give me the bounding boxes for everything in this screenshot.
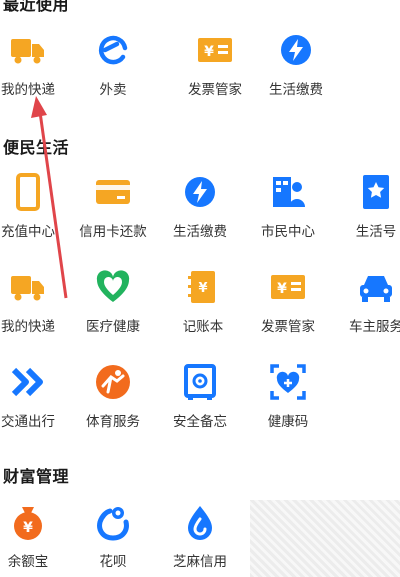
citizen-center-icon: [273, 177, 305, 207]
tile-invoice-recent[interactable]: ¥ 发票管家: [175, 30, 255, 98]
huabei-icon: [97, 507, 129, 541]
tile-label: 市民中心: [261, 224, 315, 240]
tile-transport[interactable]: 交通出行: [0, 362, 68, 430]
tile-car-service[interactable]: 车主服务: [336, 267, 400, 335]
tile-utility-life[interactable]: 生活缴费: [160, 172, 240, 240]
tile-my-delivery-recent[interactable]: 我的快递: [0, 30, 68, 98]
tile-label: 我的快递: [1, 319, 55, 335]
section-title-wealth: 财富管理: [3, 467, 70, 486]
tile-sports[interactable]: 体育服务: [73, 362, 153, 430]
delivery-truck-icon: [11, 39, 44, 64]
section-title-life: 便民生活: [3, 138, 70, 157]
yuebao-icon: ¥: [14, 507, 42, 540]
safe-memo-icon: [184, 364, 216, 400]
tile-label: 记账本: [182, 319, 224, 335]
tile-sesame-credit[interactable]: 芝麻信用: [160, 502, 240, 570]
tile-label: 信用卡还款: [79, 224, 147, 240]
e-delivery-icon: [98, 35, 128, 65]
credit-card-icon: [96, 180, 130, 204]
tile-yuebao[interactable]: ¥ 余额宝: [0, 502, 68, 570]
tile-label: 车主服务: [349, 319, 400, 335]
watermark: [250, 500, 400, 577]
tile-label: 发票管家: [261, 319, 315, 335]
tile-utility-recent[interactable]: 生活缴费: [256, 30, 336, 98]
tile-label: 外卖: [99, 82, 127, 98]
tile-label: 健康码: [267, 414, 309, 430]
tile-takeout[interactable]: 外卖: [73, 30, 153, 98]
ledger-icon: ¥: [188, 271, 215, 303]
tile-label: 交通出行: [1, 414, 55, 430]
invoice-icon: ¥: [198, 38, 232, 62]
sesame-credit-icon: [188, 506, 212, 540]
utility-payment-icon: [281, 35, 311, 65]
phone-recharge-icon: [16, 173, 40, 211]
tile-label: 安全备忘: [173, 414, 227, 430]
tile-label: 生活缴费: [269, 82, 323, 98]
svg-text:¥: ¥: [204, 44, 214, 60]
tile-label: 花呗: [99, 554, 127, 570]
tile-invoice-life[interactable]: ¥ 发票管家: [248, 267, 328, 335]
medical-health-icon: [96, 270, 130, 302]
svg-text:¥: ¥: [277, 281, 287, 297]
tile-label: 发票管家: [188, 82, 242, 98]
tile-medical[interactable]: 医疗健康: [73, 267, 153, 335]
tile-label: 余额宝: [7, 554, 49, 570]
tile-my-delivery-life[interactable]: 我的快递: [0, 267, 68, 335]
tile-recharge[interactable]: 充值中心: [0, 172, 68, 240]
car-service-icon: [360, 276, 392, 302]
tile-citizen-center[interactable]: 市民中心: [248, 172, 328, 240]
tile-label: 医疗健康: [86, 319, 140, 335]
transport-icon: [11, 367, 43, 397]
invoice-icon: ¥: [271, 275, 305, 299]
health-code-icon: [270, 364, 306, 400]
life-account-icon: [363, 175, 389, 209]
tile-label: 芝麻信用: [173, 554, 227, 570]
tile-label: 我的快递: [1, 82, 55, 98]
section-title-recent: 最近使用: [3, 0, 70, 14]
tile-safe-memo[interactable]: 安全备忘: [160, 362, 240, 430]
utility-payment-icon: [185, 177, 215, 207]
delivery-truck-icon: [11, 276, 44, 301]
tile-huabei[interactable]: 花呗: [73, 502, 153, 570]
tile-ledger[interactable]: ¥ 记账本: [163, 267, 243, 335]
tile-credit-card[interactable]: 信用卡还款: [73, 172, 153, 240]
tile-label: 体育服务: [86, 414, 140, 430]
tile-label: 充值中心: [1, 224, 55, 240]
tile-life-account[interactable]: 生活号: [336, 172, 400, 240]
tile-label: 生活号: [355, 224, 397, 240]
svg-text:¥: ¥: [23, 520, 33, 536]
tile-health-code[interactable]: 健康码: [248, 362, 328, 430]
svg-text:¥: ¥: [198, 281, 207, 296]
tile-label: 生活缴费: [173, 224, 227, 240]
sports-icon: [96, 365, 130, 399]
